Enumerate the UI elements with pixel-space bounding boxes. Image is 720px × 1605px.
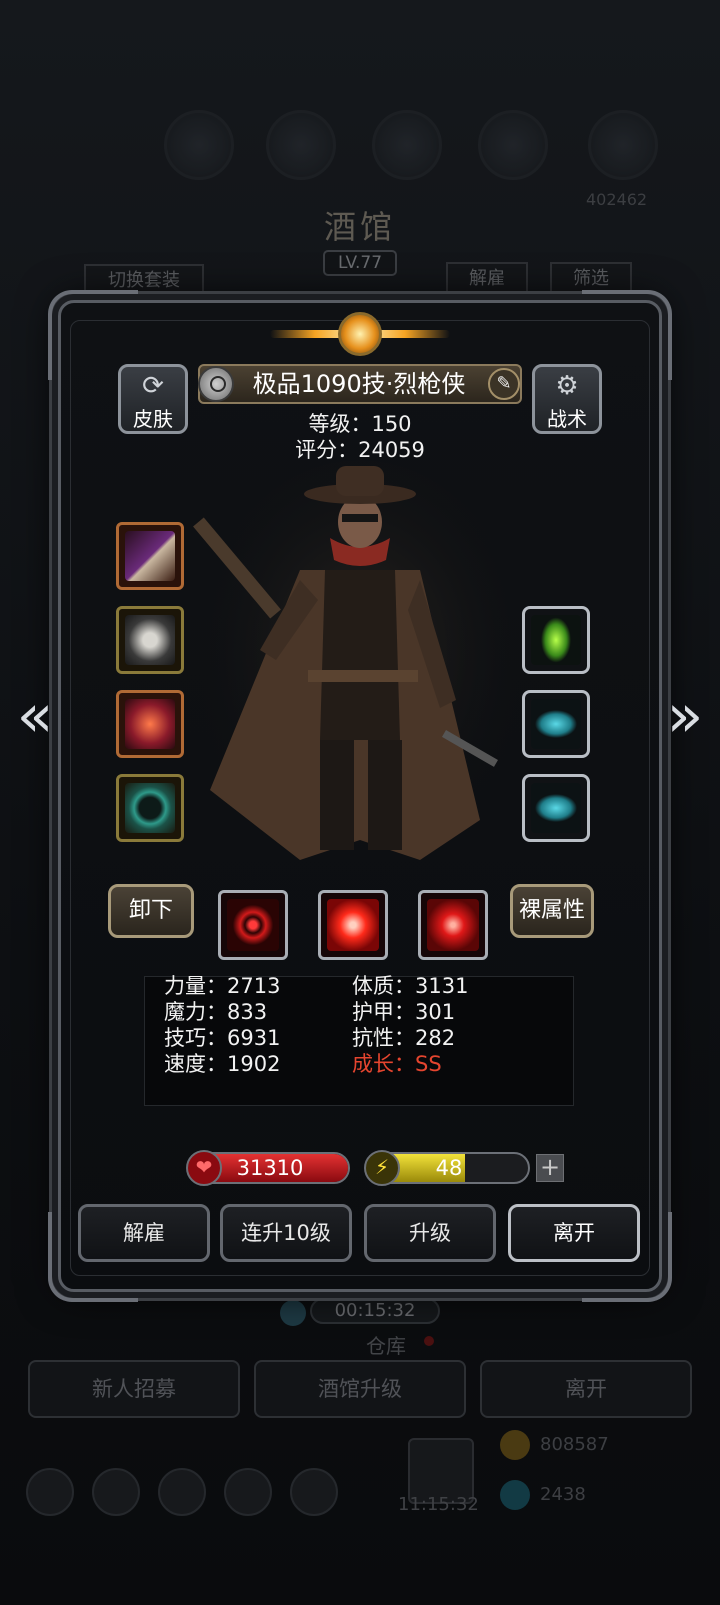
bg-bottom-icon bbox=[26, 1468, 74, 1516]
skill-slot-2[interactable] bbox=[318, 890, 388, 960]
bg-timer: 00:15:32 bbox=[310, 1298, 440, 1324]
skill-slot-3[interactable] bbox=[418, 890, 488, 960]
base-attributes-button[interactable]: 裸属性 bbox=[510, 884, 594, 938]
ring-icon bbox=[125, 783, 175, 833]
level-up-10-button[interactable]: 连升10级 bbox=[220, 1204, 352, 1262]
edit-name-icon[interactable]: ✎ bbox=[488, 368, 520, 400]
tactics-label: 战术 bbox=[547, 407, 587, 431]
bg-notification-dot bbox=[424, 1336, 434, 1346]
armor-slot[interactable] bbox=[116, 606, 184, 674]
previous-hero-arrow-icon[interactable]: « bbox=[10, 686, 60, 752]
demon-mask-icon bbox=[125, 699, 175, 749]
green-crystal-icon bbox=[531, 615, 581, 665]
bg-gem-icon bbox=[500, 1480, 530, 1510]
bg-leave-button: 离开 bbox=[480, 1360, 692, 1418]
next-hero-arrow-icon[interactable]: » bbox=[660, 686, 710, 752]
blue-stone-icon bbox=[531, 783, 581, 833]
bg-bottom-icon bbox=[158, 1468, 206, 1516]
level-value: 150 bbox=[371, 412, 412, 436]
weapon-slot[interactable] bbox=[116, 522, 184, 590]
crosshair-skill-icon bbox=[427, 899, 479, 951]
blue-stone-icon bbox=[531, 699, 581, 749]
bg-gem-amount: 2438 bbox=[540, 1484, 586, 1505]
helmet-slot[interactable] bbox=[116, 690, 184, 758]
score-label: 评分： bbox=[295, 438, 359, 462]
bg-timer-icon bbox=[280, 1300, 306, 1326]
ring-slot[interactable] bbox=[116, 774, 184, 842]
skin-button[interactable]: ⟳ 皮肤 bbox=[118, 364, 188, 434]
bg-gift-timer: 11:15:32 bbox=[398, 1494, 479, 1515]
bg-gold-icon bbox=[500, 1430, 530, 1460]
gem-slot-1[interactable] bbox=[522, 606, 590, 674]
hero-name: 极品1090技·烈枪侠 bbox=[252, 370, 466, 398]
hero-portrait bbox=[190, 460, 530, 880]
swirl-skill-icon bbox=[327, 899, 379, 951]
bg-gold-amount: 808587 bbox=[540, 1434, 609, 1455]
bg-tavern-upgrade-button: 酒馆升级 bbox=[254, 1360, 466, 1418]
rifle-icon bbox=[125, 531, 175, 581]
skill-slot-1[interactable] bbox=[218, 890, 288, 960]
bg-warehouse-label: 仓库 bbox=[366, 1334, 406, 1358]
target-skill-icon bbox=[227, 899, 279, 951]
bg-menu-icon bbox=[478, 110, 548, 180]
stat-speed: 速度：1902 bbox=[164, 1052, 281, 1076]
leave-button[interactable]: 离开 bbox=[508, 1204, 640, 1262]
emblem-icon bbox=[270, 312, 450, 356]
gem-slot-2[interactable] bbox=[522, 690, 590, 758]
fire-hero-button[interactable]: 解雇 bbox=[78, 1204, 210, 1262]
bg-menu-icon bbox=[164, 110, 234, 180]
bg-menu-icon bbox=[372, 110, 442, 180]
tactics-button[interactable]: ⚙ 战术 bbox=[532, 364, 602, 434]
skin-label: 皮肤 bbox=[133, 407, 173, 431]
level-label: 等级： bbox=[308, 412, 372, 436]
bg-bottom-icon bbox=[224, 1468, 272, 1516]
bg-tavern-title: 酒馆 bbox=[323, 208, 396, 246]
stat-growth: 成长：SS bbox=[352, 1052, 442, 1076]
bg-dismiss-button: 解雇 bbox=[446, 262, 528, 296]
level-up-button[interactable]: 升级 bbox=[364, 1204, 496, 1262]
bg-recruit-button: 新人招募 bbox=[28, 1360, 240, 1418]
heart-icon: ❤ bbox=[186, 1150, 222, 1186]
bg-menu-icon bbox=[588, 110, 658, 180]
unequip-button[interactable]: 卸下 bbox=[108, 884, 194, 938]
shirt-icon: ⟳ bbox=[142, 371, 164, 401]
add-energy-button[interactable]: + bbox=[536, 1154, 564, 1182]
bg-bottom-icon bbox=[290, 1468, 338, 1516]
score-value: 24059 bbox=[358, 438, 425, 462]
lightning-icon: ⚡ bbox=[364, 1150, 400, 1186]
armor-icon bbox=[125, 615, 175, 665]
bg-tavern-level: LV.77 bbox=[323, 250, 397, 276]
gear-icon: ⚙ bbox=[555, 371, 579, 401]
bg-menu-icon bbox=[266, 110, 336, 180]
bg-bottom-icon bbox=[92, 1468, 140, 1516]
gem-slot-3[interactable] bbox=[522, 774, 590, 842]
